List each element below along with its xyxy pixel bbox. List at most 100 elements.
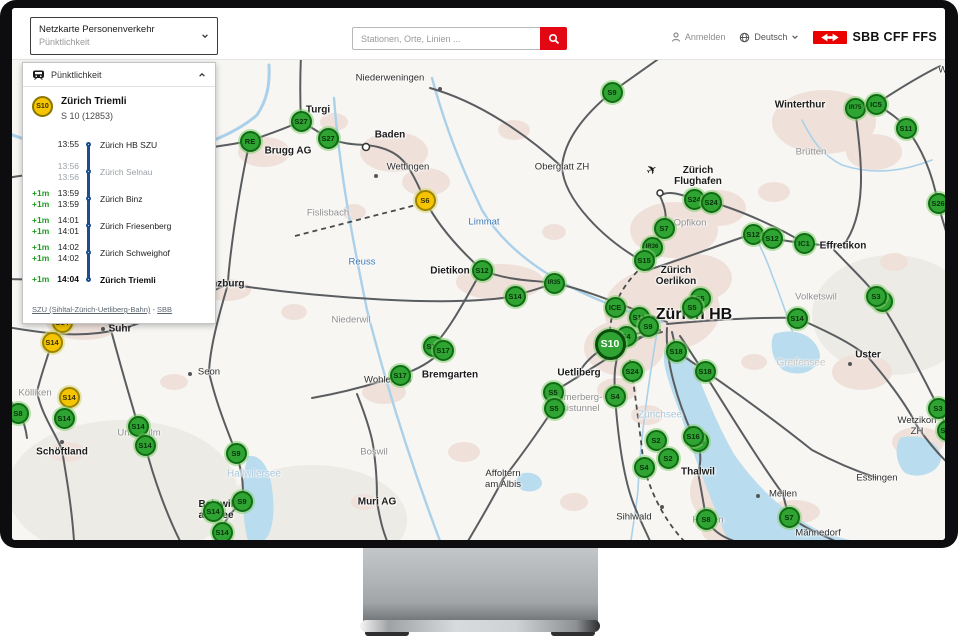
line-badge-s27[interactable]: S27 [318,128,339,149]
line-badge-s14[interactable]: S14 [42,332,63,353]
train-line-badge: S10 [32,96,53,117]
punctuality-panel: Pünktlichkeit S10 Zürich Triemli S 10 (1… [22,62,216,324]
line-badge-s4[interactable]: S4 [634,457,655,478]
line-badge-re[interactable]: RE [240,131,261,152]
stop-name: Zürich Friesenberg [97,221,171,231]
line-badge-s5[interactable]: S5 [544,398,565,419]
line-badge-s3[interactable]: S3 [928,398,946,419]
monitor-stand [363,544,598,622]
panel-title: Pünktlichkeit [51,70,102,80]
line-badge-s8[interactable]: S8 [696,509,717,530]
line-badge-s24[interactable]: S24 [701,192,722,213]
chevron-up-icon [198,71,206,79]
line-badge-s9[interactable]: S9 [602,82,623,103]
line-badge-s17[interactable]: S17 [433,340,454,361]
line-badge-ir35[interactable]: IR35 [544,273,565,294]
line-badge-s11[interactable]: S11 [896,118,917,139]
line-badge-s12[interactable]: S12 [762,228,783,249]
stop-timeline: 13:55Zürich HB SZU13:5613:56Zürich Selna… [23,123,215,293]
sbb-logo-text: SBB CFF FFS [852,30,937,44]
timeline-node [86,169,91,174]
sbb-logo: SBB CFF FFS [813,30,937,44]
line-badge-ic1[interactable]: IC1 [794,233,815,254]
line-badge-s2[interactable]: S2 [646,430,667,451]
stop-row[interactable]: 13:5613:56Zürich Selnau [23,158,215,185]
line-badge-s10[interactable]: S10 [595,329,626,360]
sbb-link[interactable]: SBB [157,305,172,314]
globe-icon [739,32,750,43]
line-badge-s14[interactable]: S14 [505,286,526,307]
desktop-background: NiederweningenTurgiBadenBrugg AGWettinge… [0,0,960,638]
timeline-node [86,223,91,228]
operator-link[interactable]: SZU (Sihltal-Zürich-Uetliberg-Bahn) [32,305,150,314]
line-badge-ice[interactable]: ICE [605,297,626,318]
line-badge-s6[interactable]: S6 [415,190,436,211]
line-badge-s14[interactable]: S14 [212,522,233,541]
login-label: Anmelden [685,32,726,42]
line-badge-s14[interactable]: S14 [54,408,75,429]
panel-footer: SZU (Sihltal-Zürich-Uetliberg-Bahn) - SB… [23,293,215,323]
line-badge-s9[interactable]: S9 [232,491,253,512]
line-badge-s27[interactable]: S27 [291,111,312,132]
stop-name: Zürich Schweighof [97,248,170,258]
search-icon [548,33,560,45]
line-badge-s14[interactable]: S14 [128,416,149,437]
stop-row[interactable]: 13:55Zürich HB SZU [23,131,215,158]
line-badge-s9[interactable]: S9 [226,443,247,464]
line-badge-s8[interactable]: S8 [12,403,29,424]
line-badge-s17[interactable]: S17 [390,365,411,386]
train-number: S 10 (12853) [61,111,127,121]
map-type-dropdown[interactable]: Netzkarte Personenverkehr Pünktlichkeit [30,17,218,55]
line-badge-s14[interactable]: S14 [135,435,156,456]
line-badge-s9[interactable]: S9 [638,316,659,337]
login-button[interactable]: Anmelden [671,32,726,42]
stop-row[interactable]: +1m+1m13:5913:59Zürich Binz [23,185,215,212]
line-badge-s2[interactable]: S2 [658,448,679,469]
stop-name: Zürich Triemli [97,275,156,285]
line-badge-s18[interactable]: S18 [666,341,687,362]
line-badge-s12[interactable]: S12 [743,224,764,245]
monitor-bezel: NiederweningenTurgiBadenBrugg AGWettinge… [0,0,958,548]
line-badge-s15[interactable]: S15 [634,250,655,271]
timeline-node [86,196,91,201]
line-badge-s7[interactable]: S7 [654,218,675,239]
timeline-node [86,250,91,255]
line-badge-s12[interactable]: S12 [472,260,493,281]
sbb-flag-icon [813,31,847,44]
monitor-stand-base [360,620,600,632]
line-badge-s7[interactable]: S7 [779,507,800,528]
selected-train-summary: S10 Zürich Triemli S 10 (12853) [23,87,215,123]
stop-row[interactable]: +1m14:04Zürich Triemli [23,266,215,293]
line-badge-s16[interactable]: S16 [683,426,704,447]
search-button[interactable] [540,27,567,50]
line-badge-s14[interactable]: S14 [203,501,224,522]
train-name: Zürich Triemli [61,96,127,108]
dropdown-sub-label: Pünktlichkeit [39,36,201,48]
timeline-node [86,277,91,282]
line-badge-s14[interactable]: S14 [787,308,808,329]
timeline-node [86,142,91,147]
screen: NiederweningenTurgiBadenBrugg AGWettinge… [12,8,945,540]
search-input[interactable] [352,27,540,50]
line-badge-s26[interactable]: S26 [928,193,946,214]
panel-header[interactable]: Pünktlichkeit [23,63,215,87]
top-bar: Netzkarte Personenverkehr Pünktlichkeit … [12,8,945,60]
line-badge-s14[interactable]: S14 [59,387,80,408]
line-badge-s18[interactable]: S18 [695,361,716,382]
stop-name: Zürich HB SZU [97,140,157,150]
person-icon [671,32,681,42]
stop-row[interactable]: +1m+1m14:0214:02Zürich Schweighof [23,239,215,266]
stop-row[interactable]: +1m+1m14:0114:01Zürich Friesenberg [23,212,215,239]
dropdown-selected-label: Netzkarte Personenverkehr [39,24,201,36]
chevron-down-icon [201,32,209,40]
line-badge-ir75[interactable]: IR75 [845,98,866,119]
language-selector[interactable]: Deutsch [739,32,799,43]
line-badge-ic5[interactable]: IC5 [866,94,887,115]
stop-name: Zürich Binz [97,194,143,204]
line-badge-s3[interactable]: S3 [866,286,887,307]
train-icon [32,70,45,80]
language-label: Deutsch [754,32,787,42]
line-badge-s4[interactable]: S4 [605,386,626,407]
line-badge-s5[interactable]: S5 [682,297,703,318]
line-badge-s24[interactable]: S24 [622,361,643,382]
